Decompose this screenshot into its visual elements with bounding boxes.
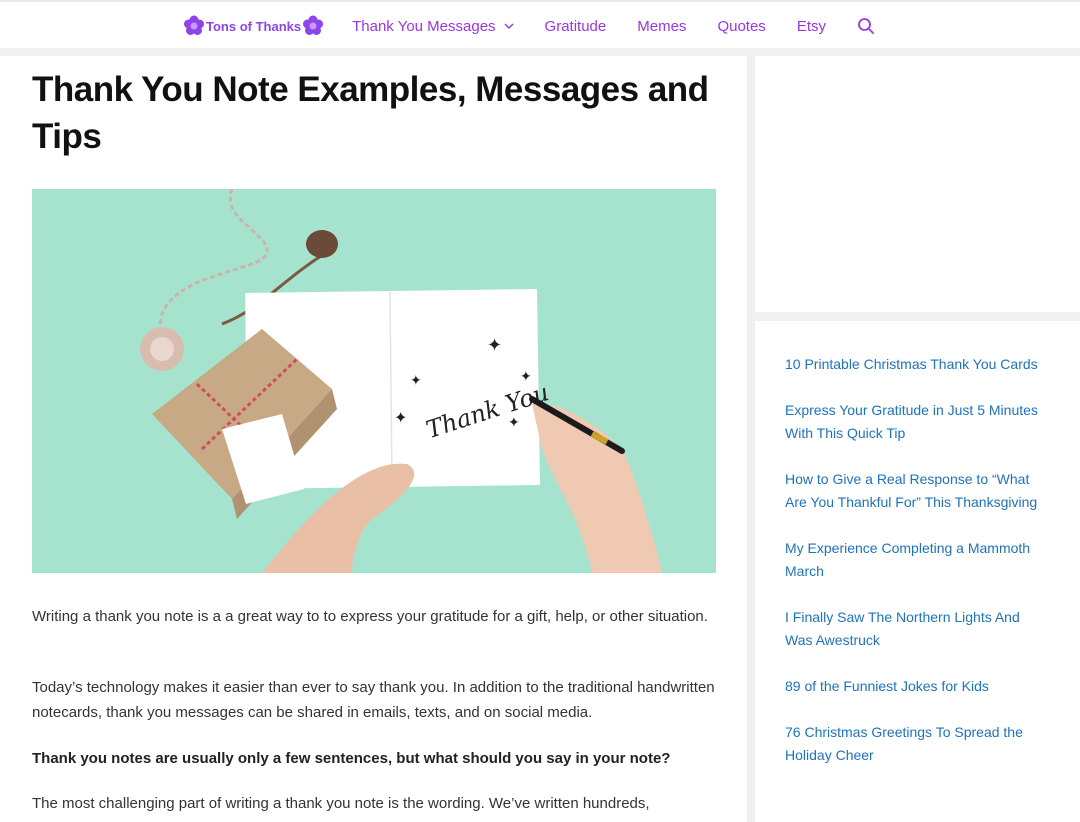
nav-memes[interactable]: Memes [637, 18, 686, 35]
flower-icon [303, 15, 324, 35]
recent-post-link[interactable]: I Finally Saw The Northern Lights And Wa… [785, 606, 1050, 652]
paragraph-bold: Thank you notes are usually only a few s… [32, 750, 671, 767]
svg-text:✦: ✦ [410, 373, 422, 389]
nav-label: Thank You Messages [352, 17, 496, 35]
svg-text:✦: ✦ [508, 415, 520, 431]
hero-image: Thank You ✦ ✦ ✦ ✦ ✦ [32, 189, 716, 573]
paragraph: Writing a thank you note is a a great wa… [32, 608, 708, 625]
flower-icon [184, 15, 204, 35]
recent-post-link[interactable]: 89 of the Funniest Jokes for Kids [785, 675, 1050, 698]
recent-posts-widget: 10 Printable Christmas Thank You Cards E… [755, 321, 1080, 822]
site-logo[interactable]: Tons of Thanks [183, 15, 324, 37]
recent-post-link[interactable]: 76 Christmas Greetings To Spread the Hol… [785, 721, 1050, 767]
recent-post-link[interactable]: How to Give a Real Response to “What Are… [785, 468, 1050, 514]
article: Thank You Note Examples, Messages and Ti… [0, 56, 747, 822]
svg-text:✦: ✦ [394, 408, 407, 427]
paragraph: The most challenging part of writing a t… [32, 795, 650, 812]
recent-post-link[interactable]: Express Your Gratitude in Just 5 Minutes… [785, 399, 1050, 445]
svg-text:✦: ✦ [520, 369, 532, 385]
sidebar-ad-slot [755, 56, 1080, 312]
logo-text: Tons of Thanks [206, 18, 302, 34]
svg-text:✦: ✦ [487, 335, 502, 356]
recent-post-link[interactable]: My Experience Completing a Mammoth March [785, 537, 1050, 583]
nav-gratitude[interactable]: Gratitude [545, 18, 607, 35]
hero-illustration: Thank You ✦ ✦ ✦ ✦ ✦ [32, 189, 716, 573]
recent-post-link[interactable]: 10 Printable Christmas Thank You Cards [785, 353, 1050, 376]
site-header: Tons of Thanks Thank You Messages Gratit… [0, 0, 1080, 48]
main-nav: Tons of Thanks Thank You Messages Gratit… [183, 2, 875, 50]
search-icon[interactable] [857, 17, 875, 35]
recent-posts-list: 10 Printable Christmas Thank You Cards E… [785, 353, 1050, 790]
chevron-down-icon [504, 23, 514, 29]
paragraph: Today’s technology makes it easier than … [32, 679, 715, 721]
nav-thank-you-messages[interactable]: Thank You Messages [352, 17, 514, 35]
page-title: Thank You Note Examples, Messages and Ti… [32, 70, 709, 156]
nav-etsy[interactable]: Etsy [797, 18, 826, 35]
nav-quotes[interactable]: Quotes [717, 18, 765, 35]
